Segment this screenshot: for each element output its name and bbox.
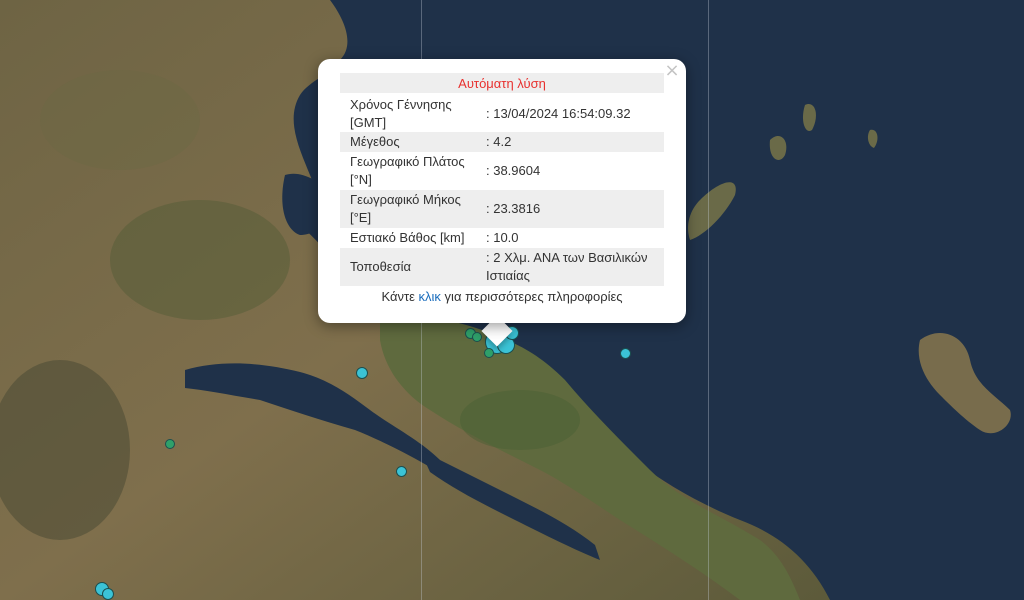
earthquake-marker[interactable]: [356, 367, 368, 379]
value-longitude: : 23.3816: [478, 190, 664, 228]
label-depth: Εστιακό Βάθος [km]: [350, 230, 465, 245]
label-magnitude: Μέγεθος: [340, 132, 478, 152]
value-depth: : 10.0: [486, 230, 519, 245]
earthquake-marker[interactable]: [620, 348, 631, 359]
more-info-link[interactable]: κλικ: [419, 289, 441, 304]
earthquake-marker[interactable]: [102, 588, 114, 600]
value-latitude: : 38.9604: [486, 163, 541, 178]
value-magnitude: : 4.2: [478, 132, 664, 152]
value-location: : 2 Χλμ. ΑΝΑ των Βασιλικών Ιστιαίας: [478, 248, 664, 286]
earthquake-marker[interactable]: [472, 332, 482, 342]
row-origin-time: Χρόνος Γέννησης [GMT] : 13/04/2024 16:54…: [340, 95, 664, 132]
value-origin-time: : 13/04/2024 16:54:09.32: [486, 105, 631, 121]
graticule-line: [708, 0, 709, 600]
close-icon[interactable]: ×: [664, 62, 680, 80]
more-info-line: Κάντε κλικ για περισσότερες πληροφορίες: [340, 289, 664, 304]
row-magnitude: Μέγεθος : 4.2: [340, 132, 664, 152]
popup-title: Αυτόματη λύση: [340, 73, 664, 93]
more-info-suffix: για περισσότερες πληροφορίες: [440, 289, 623, 304]
earthquake-info-table: Χρόνος Γέννησης [GMT] : 13/04/2024 16:54…: [340, 95, 664, 286]
label-longitude: Γεωγραφικό Μήκος [°E]: [340, 190, 478, 228]
earthquake-marker[interactable]: [484, 348, 494, 358]
label-origin-time: Χρόνος Γέννησης [GMT]: [350, 96, 452, 130]
earthquake-marker[interactable]: [165, 439, 175, 449]
row-depth: Εστιακό Βάθος [km] : 10.0: [340, 228, 664, 248]
label-latitude: Γεωγραφικό Πλάτος [°N]: [350, 154, 465, 187]
earthquake-popup: × Αυτόματη λύση Χρόνος Γέννησης [GMT] : …: [318, 59, 686, 323]
row-latitude: Γεωγραφικό Πλάτος [°N] : 38.9604: [340, 152, 664, 190]
row-location: Τοποθεσία : 2 Χλμ. ΑΝΑ των Βασιλικών Ιστ…: [340, 248, 664, 286]
label-location: Τοποθεσία: [340, 248, 478, 286]
more-info-prefix: Κάντε: [381, 289, 419, 304]
row-longitude: Γεωγραφικό Μήκος [°E] : 23.3816: [340, 190, 664, 228]
earthquake-marker[interactable]: [396, 466, 407, 477]
